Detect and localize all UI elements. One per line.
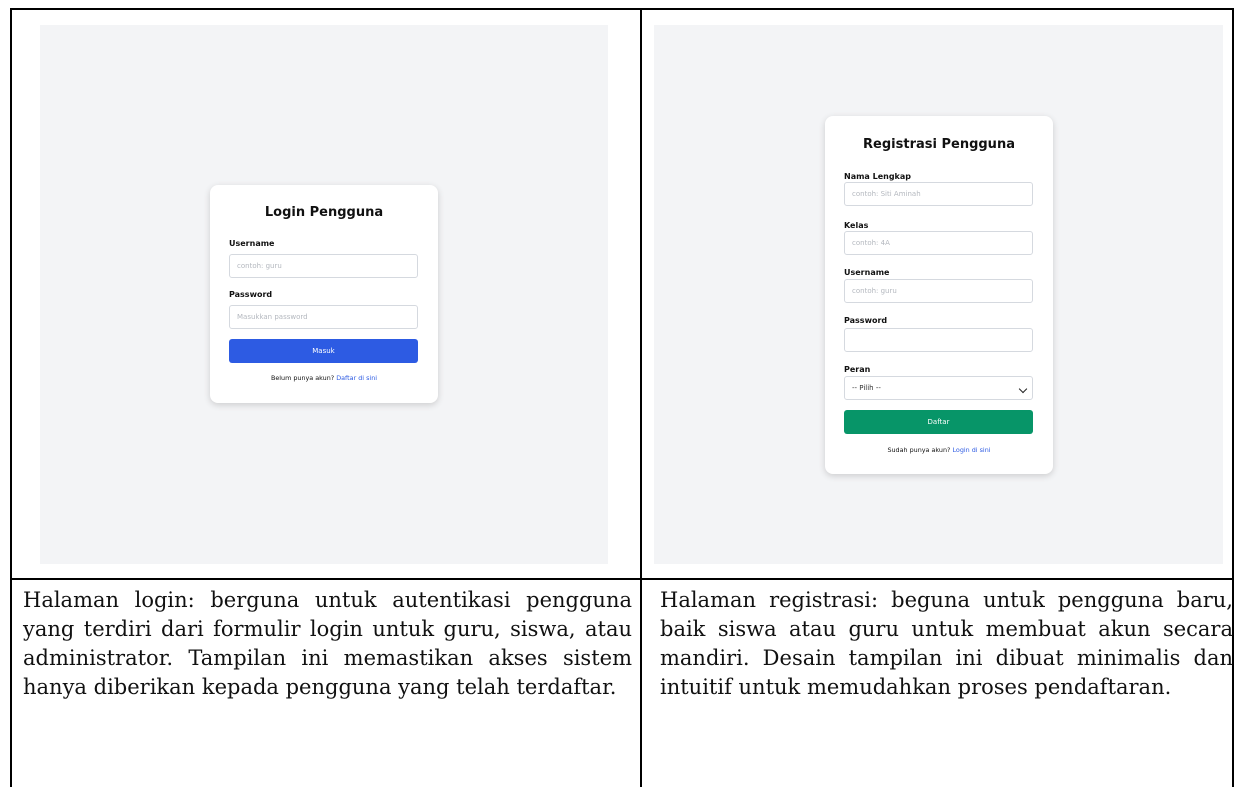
role-selected-value: -- Pilih -- [852, 384, 881, 392]
password-label: Password [229, 290, 273, 299]
table-top-border [10, 8, 1234, 10]
login-button[interactable]: Masuk [229, 339, 418, 363]
login-helper-text: Sudah punya akun? [887, 446, 951, 454]
register-screenshot: Registrasi Pengguna Nama Lengkap contoh:… [654, 25, 1223, 564]
table-row-divider [10, 578, 1234, 580]
password-input[interactable]: Masukkan password [229, 305, 418, 329]
login-screenshot: Login Pengguna Username contoh: guru Pas… [40, 25, 608, 564]
register-title: Registrasi Pengguna [863, 137, 1015, 152]
role-label: Peran [844, 365, 871, 374]
username-label: Username [229, 239, 275, 248]
role-select[interactable]: -- Pilih -- [844, 376, 1033, 400]
login-title: Login Pengguna [264, 205, 384, 220]
class-label: Kelas [844, 221, 869, 230]
login-caption: Halaman login: berguna untuk autentikasi… [23, 588, 632, 699]
register-helper: Belum punya akun? Daftar di sini [210, 374, 438, 382]
password-input[interactable] [844, 328, 1033, 352]
table-left-border [10, 8, 12, 787]
register-button[interactable]: Daftar [844, 410, 1033, 434]
login-card: Login Pengguna Username contoh: guru Pas… [210, 185, 438, 403]
class-input[interactable]: contoh: 4A [844, 231, 1033, 255]
username-label: Username [844, 268, 890, 277]
full-name-input[interactable]: contoh: Siti Aminah [844, 182, 1033, 206]
table-column-divider [640, 8, 642, 787]
register-helper-text: Belum punya akun? [270, 374, 335, 382]
username-input[interactable]: contoh: guru [844, 279, 1033, 303]
password-label: Password [844, 316, 888, 325]
username-input[interactable]: contoh: guru [229, 254, 418, 278]
registration-caption: Halaman registrasi: beguna untuk penggun… [660, 588, 1233, 699]
login-helper: Sudah punya akun? Login di sini [825, 446, 1053, 454]
chevron-down-icon [1018, 384, 1028, 394]
login-link[interactable]: Login di sini [952, 446, 990, 454]
register-card: Registrasi Pengguna Nama Lengkap contoh:… [825, 116, 1053, 474]
full-name-label: Nama Lengkap [844, 172, 912, 181]
register-link[interactable]: Daftar di sini [336, 374, 377, 382]
